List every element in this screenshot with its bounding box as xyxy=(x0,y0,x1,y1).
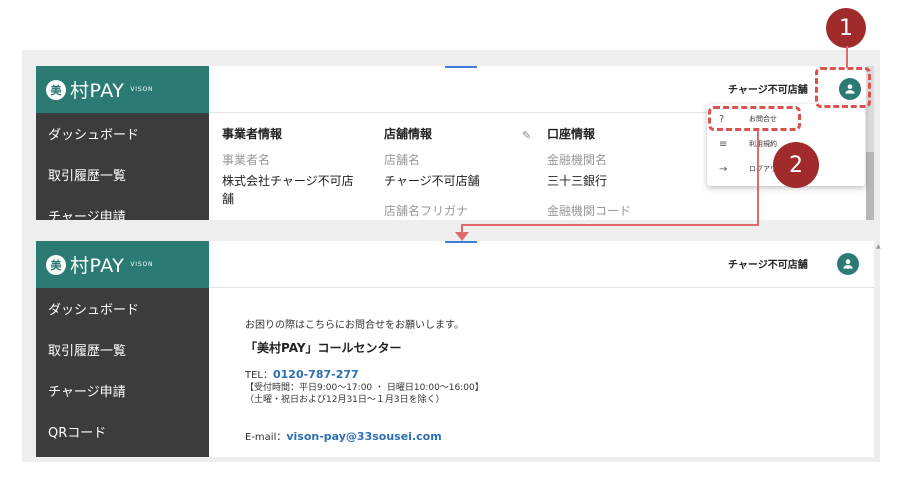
store-info: 店舗情報 店舗名 チャージ不可店舗 店舗名フリガナ xyxy=(384,125,480,220)
store-name-label: 店舗名 xyxy=(384,153,421,167)
nav-item-transactions[interactable]: 取引履歴一覧 xyxy=(36,154,209,195)
step-badge-1: 1 xyxy=(826,8,866,48)
hours-line-2: （土曜・祝日および12月31日〜１月3日を除く） xyxy=(245,395,445,405)
call-center-name: 「美村PAY」コールセンター xyxy=(245,341,402,355)
business-info: 事業者情報 事業者名 株式会社チャージ不可店 舗 xyxy=(222,125,354,208)
logo-mark-icon: 美 xyxy=(46,254,66,275)
logout-icon: → xyxy=(719,163,728,175)
store-kana-label: 店舗名フリガナ xyxy=(384,204,469,218)
edit-pencil-icon[interactable]: ✎ xyxy=(522,129,531,142)
nav-item-dashboard[interactable]: ダッシュボード xyxy=(36,113,209,154)
logo-text: 村PAY xyxy=(70,255,125,277)
nav-item-transactions[interactable]: 取引履歴一覧 xyxy=(36,329,209,370)
bank-code-label: 金融機関コード xyxy=(547,204,632,218)
email-address[interactable]: vison-pay@33sousei.com xyxy=(286,430,441,443)
scrollbar-thumb[interactable] xyxy=(866,152,874,220)
sidebar: 美 村PAY VISON ダッシュボード 取引履歴一覧 チャージ申請 xyxy=(36,66,209,220)
hours-line-1: 【受付時間：平日9:00〜17:00 ・ 日曜日10:00〜16:00】 xyxy=(245,383,484,393)
store-heading: 店舗情報 xyxy=(384,127,433,141)
header: チャージ不可店舗 xyxy=(209,241,874,288)
document-icon: ≡ xyxy=(719,138,728,150)
bank-name-label: 金融機関名 xyxy=(547,153,608,167)
business-name-label: 事業者名 xyxy=(222,153,271,167)
logo-sub: VISON xyxy=(130,261,154,268)
logo-text: 村PAY xyxy=(70,80,125,102)
store-name: チャージ不可店舗 xyxy=(728,260,808,271)
bank-info: 口座情報 金融機関名 三十三銀行 金融機関コード xyxy=(547,125,631,220)
flow-arrow-vertical xyxy=(757,131,759,225)
nav-item-qr[interactable]: QRコード xyxy=(36,411,209,452)
logo[interactable]: 美 村PAY VISON xyxy=(36,241,209,288)
contact-email: E-mail：vison-pay@33sousei.com xyxy=(245,428,442,443)
tel-label: TEL： xyxy=(245,370,273,381)
scroll-up-icon[interactable]: ▲ xyxy=(876,243,881,250)
email-label: E-mail： xyxy=(245,432,287,443)
account-icon[interactable] xyxy=(837,253,859,275)
contact-panel: お困りの際はこちらにお問合せをお願いします。 「美村PAY」コールセンター TE… xyxy=(209,288,874,457)
highlight-contact-item xyxy=(708,106,801,131)
flow-arrow-horizontal xyxy=(461,224,759,226)
sidebar-nav: ダッシュボード 取引履歴一覧 チャージ申請 xyxy=(36,113,209,220)
logo[interactable]: 美 村PAY VISON xyxy=(36,66,209,113)
active-tab-indicator xyxy=(445,241,477,243)
bottom-screenshot: 美 村PAY VISON ダッシュボード 取引履歴一覧 チャージ申請 QRコード… xyxy=(36,241,874,457)
business-heading: 事業者情報 xyxy=(222,127,283,141)
bank-heading: 口座情報 xyxy=(547,127,596,141)
highlight-account-button xyxy=(815,67,871,108)
contact-hours: 【受付時間：平日9:00〜17:00 ・ 日曜日10:00〜16:00】 （土曜… xyxy=(245,382,484,406)
tutorial-figure: 美 村PAY VISON ダッシュボード 取引履歴一覧 チャージ申請 チャージ不… xyxy=(0,0,899,478)
nav-item-charge[interactable]: チャージ申請 xyxy=(36,195,209,220)
business-name-value-cont: 舗 xyxy=(222,192,235,206)
business-name-value: 株式会社チャージ不可店 xyxy=(222,174,354,188)
logo-sub: VISON xyxy=(130,86,154,93)
tel-number[interactable]: 0120-787-277 xyxy=(273,368,359,381)
menu-item-terms-label: 利用規約 xyxy=(749,140,777,148)
store-name: チャージ不可店舗 xyxy=(728,85,808,96)
store-name-value: チャージ不可店舗 xyxy=(384,174,480,188)
contact-intro: お困りの際はこちらにお問合せをお願いします。 xyxy=(245,320,464,331)
nav-item-charge[interactable]: チャージ申請 xyxy=(36,370,209,411)
sidebar: 美 村PAY VISON ダッシュボード 取引履歴一覧 チャージ申請 QRコード xyxy=(36,241,209,457)
logo-mark-icon: 美 xyxy=(46,79,66,100)
bank-name-value: 三十三銀行 xyxy=(547,174,608,188)
badge-1-connector xyxy=(846,46,848,68)
contact-tel: TEL：0120-787-277 xyxy=(245,366,359,381)
nav-item-dashboard[interactable]: ダッシュボード xyxy=(36,288,209,329)
step-badge-2: 2 xyxy=(773,142,819,188)
sidebar-nav: ダッシュボード 取引履歴一覧 チャージ申請 QRコード xyxy=(36,288,209,452)
active-tab-indicator xyxy=(445,66,477,68)
